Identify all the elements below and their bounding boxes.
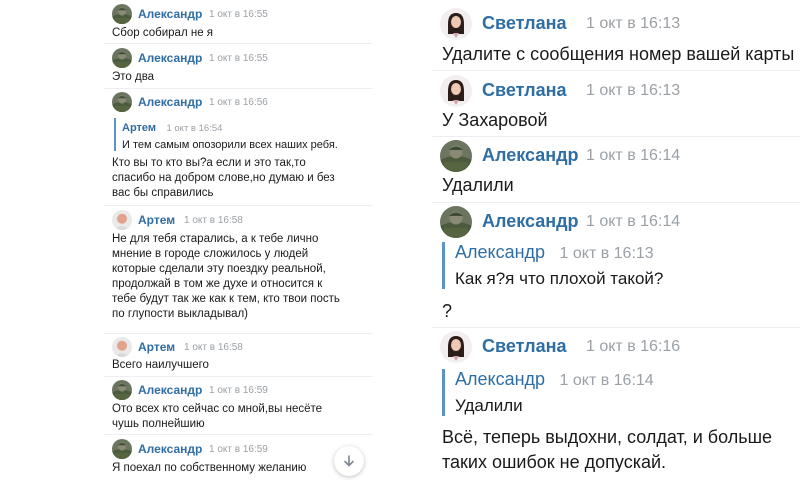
message-time: 1 окт в 16:14 [586,213,681,230]
author-name[interactable]: Александр [482,211,579,232]
message-3: Александр 1 окт в 16:14 Удалили [432,140,800,200]
message-time: 1 окт в 16:55 [209,9,268,20]
message-time: 1 окт в 16:56 [209,97,268,108]
message-4: Артем 1 окт в 16:58 Не для тебя старалис… [104,210,372,332]
woman-avatar[interactable] [440,8,472,40]
message-text: Сбор собирал не я [112,27,214,39]
message-time: 1 окт в 16:58 [184,342,243,353]
author-name[interactable]: Артем [138,213,175,227]
soldier-avatar[interactable] [112,439,132,459]
message-text: Удалите с сообщения номер вашей карты [442,44,795,64]
message-time: 1 окт в 16:59 [209,385,268,396]
message-6: Александр 1 окт в 16:59 Ото всех кто сей… [104,380,372,432]
message-text: Всё, теперь выдохни, солдат, и больше та… [442,427,773,472]
message-text: ? [442,301,453,321]
divider [432,70,800,71]
chevron-down-icon [344,455,354,467]
divider [104,333,372,334]
divider [104,434,372,435]
quote-time: 1 окт в 16:14 [559,372,654,389]
author-name[interactable]: Александр [138,383,202,397]
divider [432,327,800,328]
right-chat-panel[interactable]: Светлана 1 окт в 16:13 Удалите с сообщен… [432,0,800,480]
divider [432,136,800,137]
message-text: Я поехал по собственному желанию [112,462,307,474]
left-chat-panel[interactable]: Александр 1 окт в 16:55 Сбор собирал не … [104,0,372,480]
quote-time: 1 окт в 16:13 [559,245,654,262]
message-text: Ото всех кто сейчас со мной,вы несёте чу… [112,403,323,430]
message-4: Александр 1 окт в 16:14 Александр 1 окт … [432,206,800,326]
divider [104,376,372,377]
author-name[interactable]: Александр [482,145,579,166]
soldier-avatar[interactable] [440,140,472,172]
author-name[interactable]: Александр [138,95,202,109]
author-name[interactable]: Александр [138,7,202,21]
author-name[interactable]: Светлана [482,80,567,101]
reply-quote[interactable]: Артем 1 окт в 16:54 И тем самым опозорил… [114,118,338,151]
message-1: Александр 1 окт в 16:55 Сбор собирал не … [104,4,372,40]
message-text: Всего наилучшего [112,359,209,371]
author-name[interactable]: Светлана [482,13,567,34]
woman-avatar[interactable] [440,75,472,107]
message-text: Кто вы то кто вы?а если и это так,то спа… [112,157,335,199]
divider [432,202,800,203]
message-1: Светлана 1 окт в 16:13 Удалите с сообщен… [432,8,800,68]
message-5: Светлана 1 окт в 16:16 Александр 1 окт в… [432,331,800,479]
reply-quote[interactable]: Александр 1 окт в 16:14 Удалили [442,369,654,416]
soldier-avatar[interactable] [112,380,132,400]
message-text: Это два [112,71,155,83]
quote-author: Александр [455,369,546,389]
man-avatar[interactable] [112,337,132,357]
message-text: У Захаровой [442,110,548,130]
scroll-down-button[interactable] [334,446,364,476]
author-name[interactable]: Александр [138,51,202,65]
quote-text: И тем самым опозорили всех наших ребя. [122,139,338,151]
message-text: Удалили [442,175,514,195]
quote-author: Артем [122,122,157,134]
author-name[interactable]: Светлана [482,336,567,357]
divider [104,43,372,44]
quote-time: 1 окт в 16:54 [166,123,223,134]
soldier-avatar[interactable] [440,206,472,238]
divider [104,88,372,89]
message-3: Александр 1 окт в 16:56 Артем 1 окт в 16… [104,92,372,204]
quote-author: Александр [455,242,546,262]
message-time: 1 окт в 16:13 [586,82,681,99]
message-7: Александр 1 окт в 16:59 Я поехал по собс… [104,439,372,479]
woman-avatar[interactable] [440,331,472,363]
message-time: 1 окт в 16:58 [184,215,243,226]
message-5: Артем 1 окт в 16:58 Всего наилучшего [104,337,372,373]
man-avatar[interactable] [112,210,132,230]
message-time: 1 окт в 16:14 [586,147,681,164]
quote-text: Как я?я что плохой такой? [455,269,664,288]
message-2: Светлана 1 окт в 16:13 У Захаровой [432,75,800,135]
reply-quote[interactable]: Александр 1 окт в 16:13 Как я?я что плох… [442,242,663,289]
soldier-avatar[interactable] [112,4,132,24]
message-time: 1 окт в 16:59 [209,444,268,455]
divider [104,205,372,206]
author-name[interactable]: Артем [138,340,175,354]
author-name[interactable]: Александр [138,442,202,456]
message-time: 1 окт в 16:55 [209,53,268,64]
message-time: 1 окт в 16:13 [586,15,681,32]
message-2: Александр 1 окт в 16:55 Это два [104,48,372,84]
soldier-avatar[interactable] [112,92,132,112]
message-time: 1 окт в 16:16 [586,338,681,355]
soldier-avatar[interactable] [112,48,132,68]
quote-text: Удалили [455,396,523,415]
message-text: Не для тебя старались, а к тебе лично мн… [112,233,340,320]
